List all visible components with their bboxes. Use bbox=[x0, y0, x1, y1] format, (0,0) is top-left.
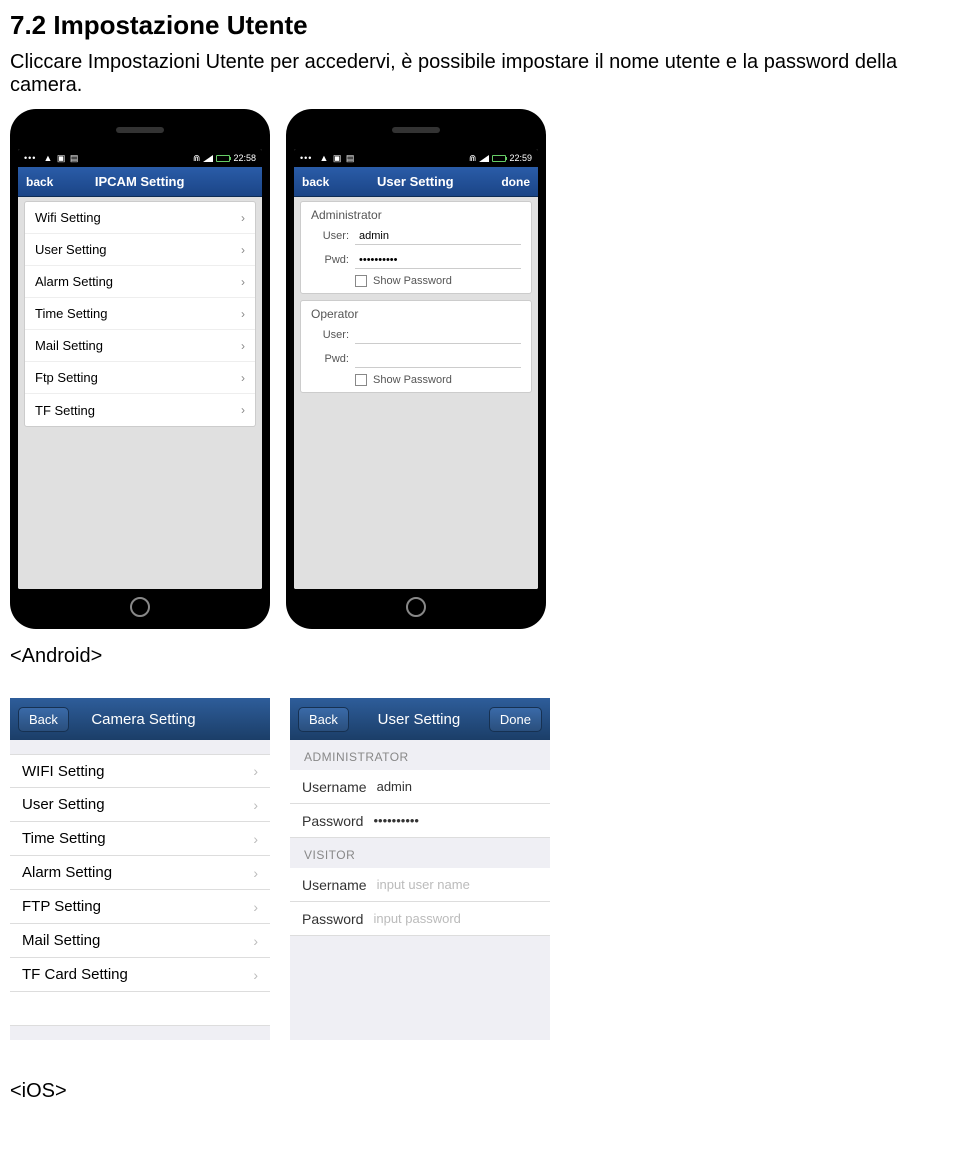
list-item[interactable]: TF Card Setting› bbox=[10, 958, 270, 992]
status-bar: ••• ▲ ▣ ▤ ⋒ 22:59 bbox=[294, 149, 538, 167]
show-password-label: Show Password bbox=[373, 374, 452, 386]
wifi-icon: ⋒ bbox=[193, 153, 201, 164]
android-phones-row: ••• ▲ ▣ ▤ ⋒ 22:58 back IPCAM Setting bbox=[10, 109, 950, 629]
ios-panel-2: Back User Setting Done ADMINISTRATOR Use… bbox=[290, 698, 550, 1040]
chevron-right-icon: › bbox=[241, 307, 245, 321]
list-item[interactable]: Mail Setting› bbox=[10, 924, 270, 958]
ios-navbar: Back Camera Setting bbox=[10, 698, 270, 740]
admin-username-input[interactable] bbox=[377, 779, 553, 794]
back-button[interactable]: Back bbox=[18, 707, 69, 732]
section-label-operator: Operator bbox=[301, 301, 531, 323]
status-bar: ••• ▲ ▣ ▤ ⋒ 22:58 bbox=[18, 149, 262, 167]
nav-title: Camera Setting bbox=[69, 711, 218, 728]
password-label: Password bbox=[302, 813, 363, 829]
android-navbar: back User Setting done bbox=[294, 167, 538, 197]
signal-icon bbox=[203, 155, 213, 162]
chevron-right-icon: › bbox=[241, 339, 245, 353]
list-item[interactable]: Time Setting› bbox=[10, 822, 270, 856]
show-password-checkbox[interactable] bbox=[355, 374, 367, 386]
chevron-right-icon: › bbox=[253, 763, 258, 779]
user-setting-form: Administrator User: Pwd: Show Password bbox=[294, 197, 538, 589]
username-label: Username bbox=[302, 779, 367, 795]
user-setting-form: ADMINISTRATOR Username Password VISITOR … bbox=[290, 740, 550, 1040]
chevron-right-icon: › bbox=[241, 403, 245, 417]
list-item[interactable]: Alarm Setting› bbox=[25, 266, 255, 298]
operator-pwd-input[interactable] bbox=[355, 350, 521, 368]
pwd-label: Pwd: bbox=[311, 254, 349, 266]
chevron-right-icon: › bbox=[253, 797, 258, 813]
settings-list: WIFI Setting› User Setting› Time Setting… bbox=[10, 740, 270, 1040]
done-button[interactable]: Done bbox=[489, 707, 542, 732]
pwd-label: Pwd: bbox=[311, 353, 349, 365]
back-button[interactable]: back bbox=[302, 175, 329, 189]
section-subtext: Cliccare Impostazioni Utente per acceder… bbox=[10, 51, 950, 97]
show-password-label: Show Password bbox=[373, 275, 452, 287]
battery-icon bbox=[216, 155, 230, 162]
nav-title: User Setting bbox=[329, 174, 501, 189]
list-item[interactable]: Wifi Setting› bbox=[25, 202, 255, 234]
battery-icon bbox=[492, 155, 506, 162]
home-button[interactable] bbox=[130, 597, 150, 617]
nav-title: User Setting bbox=[349, 711, 489, 728]
chevron-right-icon: › bbox=[241, 243, 245, 257]
list-item[interactable]: TF Setting› bbox=[25, 394, 255, 426]
android-phone-2: ••• ▲ ▣ ▤ ⋒ 22:59 back User Setting done bbox=[286, 109, 546, 629]
status-time: 22:59 bbox=[509, 153, 532, 163]
android-navbar: back IPCAM Setting bbox=[18, 167, 262, 197]
ios-panel-1: Back Camera Setting WIFI Setting› User S… bbox=[10, 698, 270, 1040]
done-button[interactable]: done bbox=[501, 175, 530, 189]
chevron-right-icon: › bbox=[241, 275, 245, 289]
user-label: User: bbox=[311, 329, 349, 341]
user-label: User: bbox=[311, 230, 349, 242]
chevron-right-icon: › bbox=[241, 211, 245, 225]
password-label: Password bbox=[302, 911, 363, 927]
status-left-icons: ••• ▲ ▣ ▤ bbox=[24, 153, 79, 164]
blank-row bbox=[10, 992, 270, 1026]
ios-panels-row: Back Camera Setting WIFI Setting› User S… bbox=[10, 698, 950, 1040]
back-button[interactable]: Back bbox=[298, 707, 349, 732]
back-button[interactable]: back bbox=[26, 175, 53, 189]
signal-icon bbox=[479, 155, 489, 162]
operator-user-input[interactable] bbox=[355, 326, 521, 344]
list-item[interactable]: User Setting› bbox=[10, 788, 270, 822]
nav-title: IPCAM Setting bbox=[53, 174, 226, 189]
visitor-username-input[interactable] bbox=[377, 877, 553, 892]
chevron-right-icon: › bbox=[253, 967, 258, 983]
username-label: Username bbox=[302, 877, 367, 893]
list-item[interactable]: Time Setting› bbox=[25, 298, 255, 330]
show-password-checkbox[interactable] bbox=[355, 275, 367, 287]
status-time: 22:58 bbox=[233, 153, 256, 163]
chevron-right-icon: › bbox=[253, 899, 258, 915]
wifi-icon: ⋒ bbox=[469, 153, 477, 164]
list-item[interactable]: User Setting› bbox=[25, 234, 255, 266]
list-item[interactable]: Mail Setting› bbox=[25, 330, 255, 362]
admin-user-input[interactable] bbox=[355, 227, 521, 245]
list-item[interactable]: Ftp Setting› bbox=[25, 362, 255, 394]
list-item[interactable]: Alarm Setting› bbox=[10, 856, 270, 890]
chevron-right-icon: › bbox=[253, 831, 258, 847]
chevron-right-icon: › bbox=[241, 371, 245, 385]
admin-password-input[interactable] bbox=[373, 813, 549, 828]
admin-pwd-input[interactable] bbox=[355, 251, 521, 269]
ios-label: <iOS> bbox=[10, 1080, 950, 1103]
section-label-admin: Administrator bbox=[301, 202, 531, 224]
chevron-right-icon: › bbox=[253, 933, 258, 949]
visitor-password-input[interactable] bbox=[373, 911, 549, 926]
section-heading: 7.2 Impostazione Utente bbox=[10, 10, 950, 41]
section-header-admin: ADMINISTRATOR bbox=[290, 740, 550, 770]
android-phone-1: ••• ▲ ▣ ▤ ⋒ 22:58 back IPCAM Setting bbox=[10, 109, 270, 629]
list-item[interactable]: WIFI Setting› bbox=[10, 754, 270, 788]
list-item[interactable]: FTP Setting› bbox=[10, 890, 270, 924]
settings-list: Wifi Setting› User Setting› Alarm Settin… bbox=[18, 197, 262, 589]
chevron-right-icon: › bbox=[253, 865, 258, 881]
home-button[interactable] bbox=[406, 597, 426, 617]
android-label: <Android> bbox=[10, 645, 950, 668]
section-header-visitor: VISITOR bbox=[290, 838, 550, 868]
ios-navbar: Back User Setting Done bbox=[290, 698, 550, 740]
